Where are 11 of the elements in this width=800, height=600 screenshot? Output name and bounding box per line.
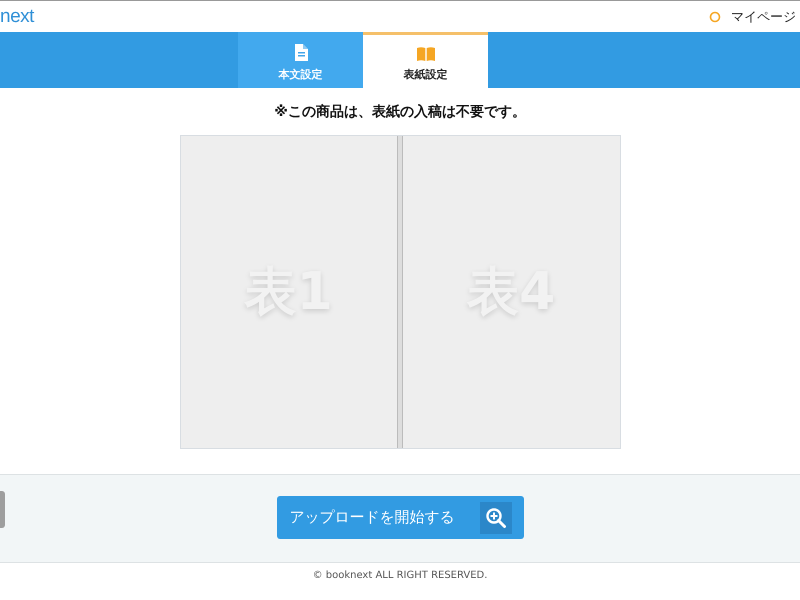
book-icon [416,47,434,61]
document-icon [294,44,308,61]
copyright-text: © booknext ALL RIGHT RESERVED. [312,570,488,580]
upload-button[interactable]: アップロードを開始する [276,496,524,539]
tab[interactable]: 表紙設定 [363,32,488,88]
mypage-link[interactable]: マイページ [731,8,796,26]
circle-icon [709,10,721,22]
notice-text: ※この商品は、表紙の入稿は不要です。 [274,104,526,121]
tab[interactable]: 本文設定 [238,32,363,88]
zoom-in-icon [480,502,512,534]
logo[interactable]: next [0,6,34,28]
